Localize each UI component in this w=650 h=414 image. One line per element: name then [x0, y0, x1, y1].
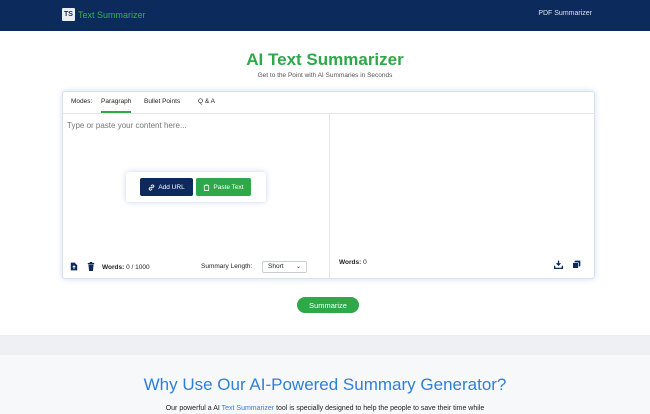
top-navbar: TS Text Summarizer PDF Summarizer — [0, 0, 650, 31]
tab-paragraph[interactable]: Paragraph — [101, 98, 132, 113]
brand[interactable]: TS Text Summarizer — [62, 8, 146, 21]
page-title: AI Text Summarizer — [246, 50, 404, 69]
input-word-count: Words: 0 / 1000 — [102, 264, 150, 271]
paste-text-label: Paste Text — [213, 183, 244, 191]
download-icon[interactable] — [554, 260, 563, 269]
copy-icon[interactable] — [572, 260, 581, 269]
link-icon — [149, 184, 155, 190]
why-text-after: tool is specially designed to help the p… — [274, 405, 485, 412]
input-words-value: 0 / 1000 — [126, 264, 150, 271]
modes-bar: Modes: Paragraph Bullet Points Q & A — [63, 92, 594, 114]
brand-name[interactable]: Text Summarizer — [78, 10, 146, 20]
upload-file-icon[interactable] — [69, 262, 78, 271]
input-actions-box: Add URL Paste Text — [126, 172, 266, 202]
brand-logo-icon: TS — [62, 8, 75, 21]
clipboard-icon — [204, 183, 210, 191]
tab-bullet-points[interactable]: Bullet Points — [144, 98, 180, 105]
summary-length-value: Short — [268, 263, 284, 270]
add-url-label: Add URL — [158, 183, 185, 191]
nav-link-pdf-summarizer[interactable]: PDF Summarizer — [538, 10, 592, 17]
delete-trash-icon[interactable] — [86, 262, 95, 271]
summarizer-card: Modes: Paragraph Bullet Points Q & A Typ… — [62, 91, 595, 279]
input-textarea[interactable]: Type or paste your content here... — [67, 121, 325, 130]
page-subtitle: Get to the Point with AI Summaries in Se… — [257, 72, 393, 79]
output-word-count: Words: 0 — [339, 259, 367, 266]
tab-q-and-a[interactable]: Q & A — [198, 98, 215, 105]
paste-text-button[interactable]: Paste Text — [196, 178, 251, 196]
chevron-down-icon: ⌄ — [295, 264, 301, 270]
input-words-label: Words: — [102, 264, 125, 271]
panel-divider — [329, 114, 330, 278]
add-url-button[interactable]: Add URL — [140, 178, 193, 196]
why-text-before: Our powerful a AI — [165, 405, 222, 412]
summary-length-label: Summary Length: — [201, 263, 253, 270]
text-summarizer-link[interactable]: Text Summarizer — [222, 405, 275, 412]
output-toolbar — [554, 260, 581, 269]
summarize-button[interactable]: Summarize — [297, 297, 359, 313]
modes-label: Modes: — [71, 98, 93, 105]
section-separator — [0, 335, 650, 355]
why-title: Why Use Our AI-Powered Summary Generator… — [143, 375, 507, 394]
output-words-label: Words: — [339, 259, 362, 266]
why-text: Our powerful a AI Text Summarizer tool i… — [0, 405, 650, 412]
input-toolbar — [69, 262, 95, 271]
summary-length-select[interactable]: Short ⌄ — [262, 261, 307, 273]
output-words-value: 0 — [363, 259, 367, 266]
